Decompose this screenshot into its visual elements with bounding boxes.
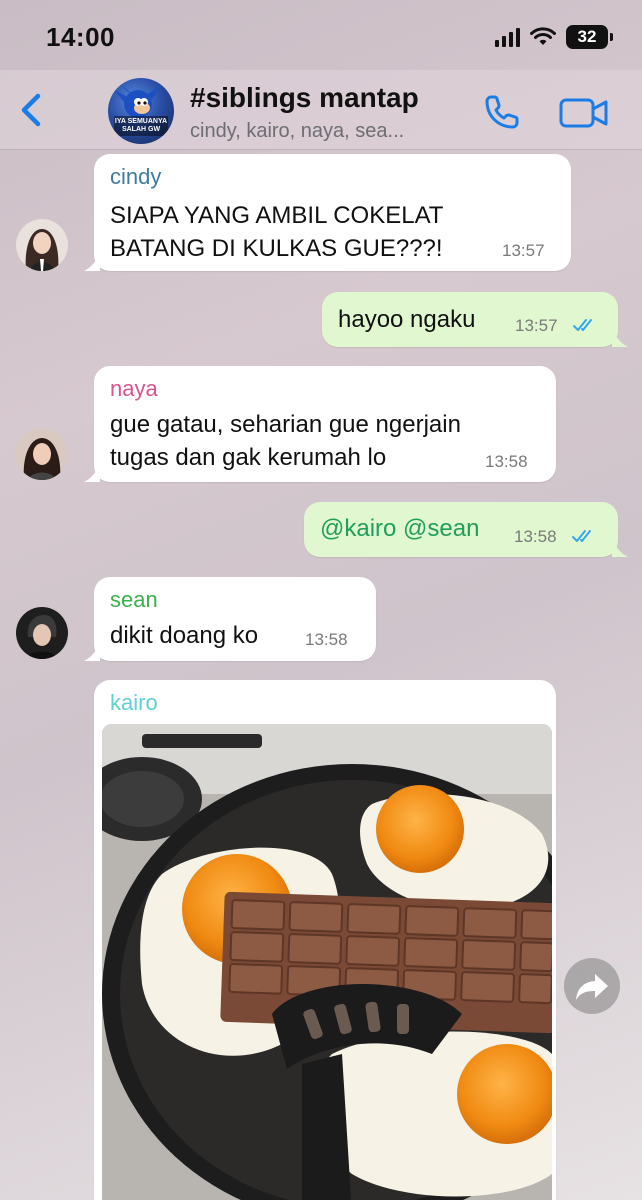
avatar-sean[interactable] [16, 607, 68, 659]
message-time: 13:57 [502, 241, 545, 260]
message-bubble-outgoing[interactable]: hayoo ngaku 13:57 [322, 292, 628, 347]
message-text: SIAPA YANG AMBIL COKELAT [110, 202, 444, 229]
double-check-icon [572, 530, 591, 542]
message-bubble-incoming[interactable]: naya gue gatau, seharian gue ngerjain tu… [84, 366, 556, 482]
message-bubble-incoming[interactable]: cindy SIAPA YANG AMBIL COKELAT BATANG DI… [84, 154, 571, 271]
back-chevron-icon[interactable] [14, 88, 50, 132]
photo-eggs-chocolate [102, 724, 552, 1200]
group-avatar[interactable]: IYA SEMUANYA SALAH GW [108, 78, 174, 144]
message-time: 13:58 [305, 630, 348, 649]
message-bubble-photo[interactable]: kairo [94, 680, 556, 1200]
message-text: gue gatau, seharian gue ngerjain [110, 411, 461, 438]
message-text: dikit doang ko [110, 622, 259, 649]
bubble-tail [84, 643, 100, 661]
sender-name[interactable]: naya [110, 376, 158, 402]
sender-name[interactable]: cindy [110, 164, 161, 190]
sender-name[interactable]: kairo [110, 690, 158, 716]
message-time: 13:57 [515, 316, 558, 335]
wifi-icon [530, 27, 556, 45]
message-bubble-incoming[interactable]: sean dikit doang ko 13:58 [84, 577, 376, 661]
cellular-signal-icon [495, 27, 520, 47]
double-check-icon [573, 319, 592, 331]
bubble-tail [84, 464, 100, 482]
phone-icon[interactable] [482, 92, 522, 132]
avatar-cindy[interactable] [16, 219, 68, 271]
chat-header: IYA SEMUANYA SALAH GW #siblings mantap c… [0, 70, 642, 150]
forward-button[interactable] [564, 958, 620, 1014]
avatar-naya[interactable] [16, 428, 68, 480]
message-text: hayoo ngaku [338, 306, 476, 333]
mention-text[interactable]: @kairo @sean [320, 512, 479, 545]
bubble-tail [612, 539, 628, 557]
status-time: 14:00 [46, 22, 115, 52]
photo-attachment[interactable] [102, 724, 552, 1200]
sender-name[interactable]: sean [110, 587, 158, 613]
message-bubble-outgoing[interactable]: @kairo @sean 13:58 [304, 502, 628, 557]
battery-icon: 32 [566, 25, 613, 49]
chat-title[interactable]: #siblings mantap [190, 82, 419, 114]
chat-members[interactable]: cindy, kairo, naya, sea... [190, 120, 404, 143]
message-time: 13:58 [485, 452, 528, 471]
bubble-tail [84, 253, 100, 271]
message-time: 13:58 [514, 527, 557, 546]
video-camera-icon[interactable] [558, 96, 610, 130]
status-bar: 14:00 32 [0, 0, 642, 70]
bubble-tail [612, 329, 628, 347]
forward-icon [576, 974, 608, 1000]
status-icons: 32 [495, 24, 613, 50]
message-text: BATANG DI KULKAS GUE???! [110, 235, 443, 262]
message-text: tugas dan gak kerumah lo [110, 444, 387, 471]
group-avatar-caption: IYA SEMUANYA SALAH GW [114, 116, 168, 136]
